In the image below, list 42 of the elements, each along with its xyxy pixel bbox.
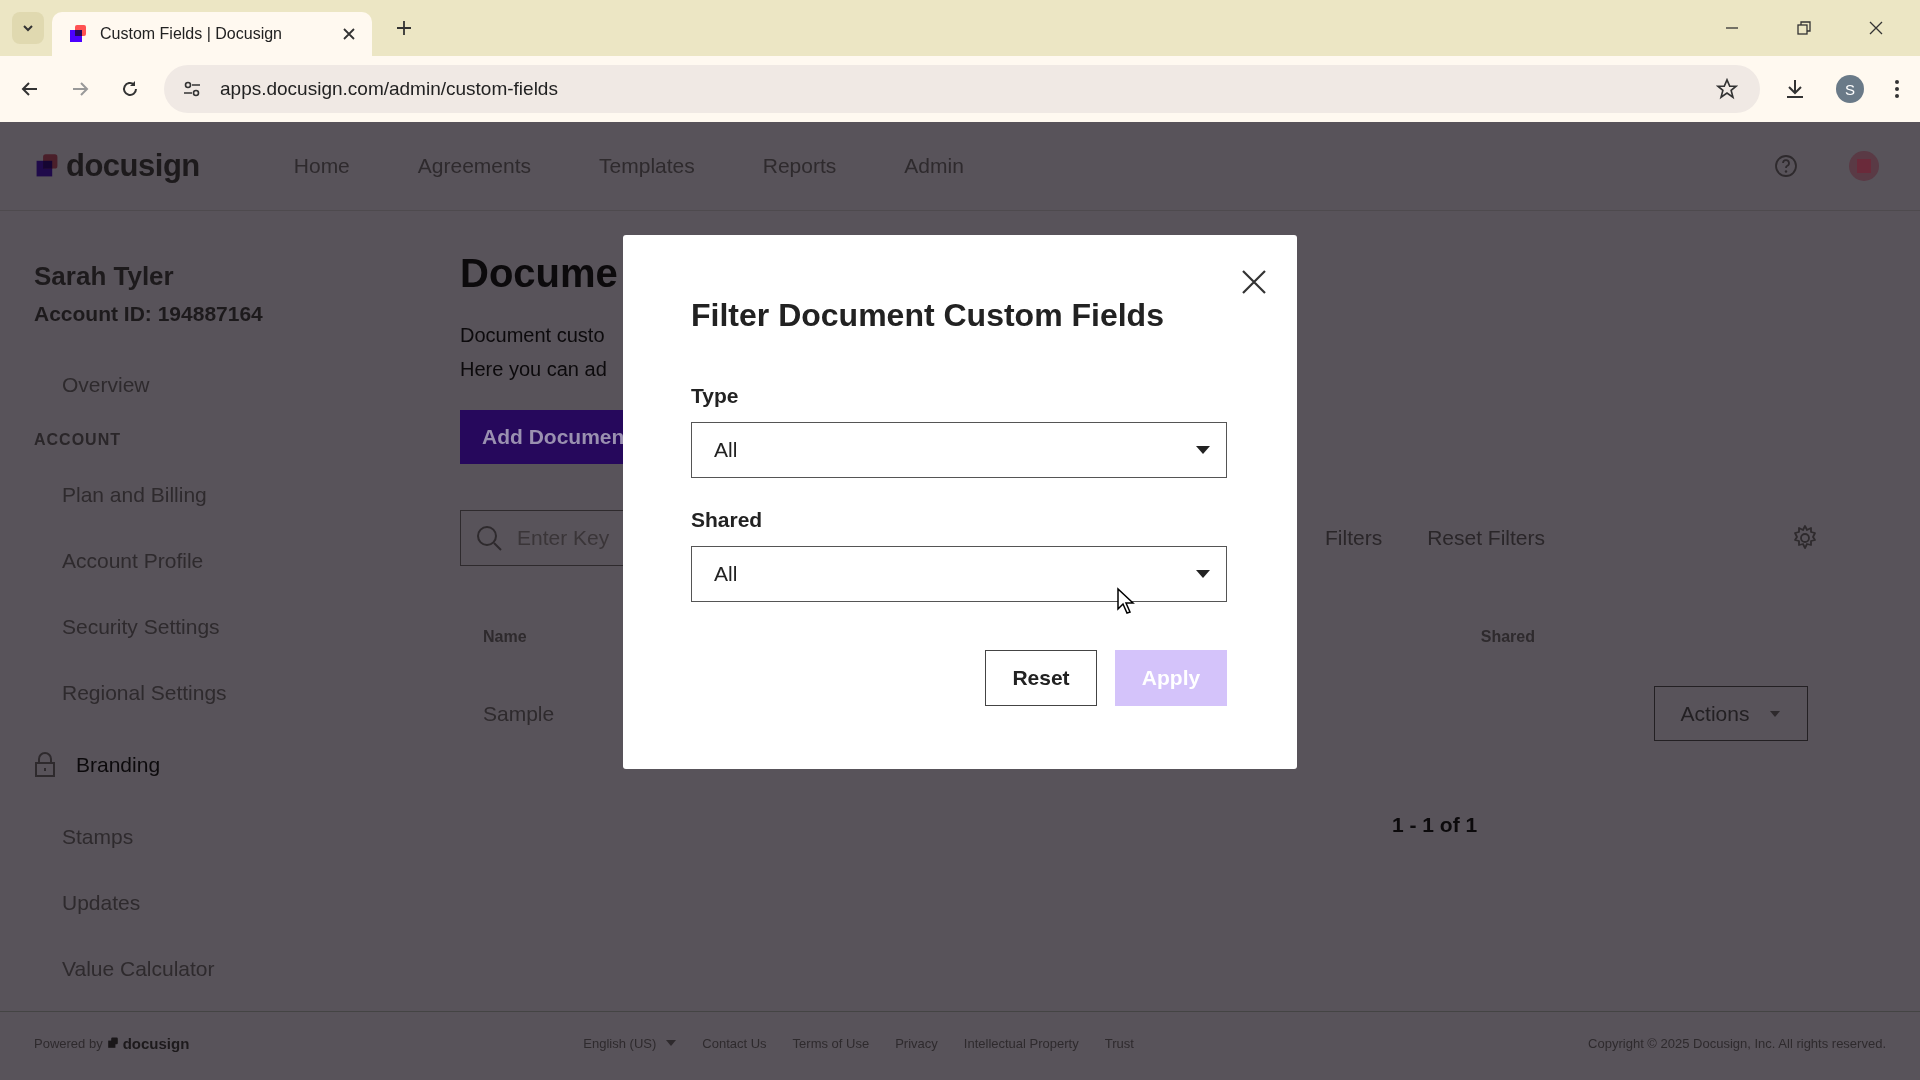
menu-icon[interactable] bbox=[1894, 79, 1900, 99]
description-text: Document custo bbox=[460, 323, 606, 348]
dialog-title: Filter Document Custom Fields bbox=[691, 297, 1164, 334]
account-id: Account ID: 194887164 bbox=[34, 302, 264, 326]
docusign-logo-icon bbox=[34, 153, 60, 179]
docusign-logo-icon bbox=[68, 24, 88, 44]
star-icon[interactable] bbox=[1716, 78, 1738, 100]
cursor-icon bbox=[1116, 587, 1136, 615]
close-icon[interactable] bbox=[1241, 269, 1267, 295]
profile-avatar[interactable]: S bbox=[1836, 75, 1864, 103]
site-settings-icon[interactable] bbox=[182, 79, 202, 99]
lock-icon bbox=[34, 752, 56, 778]
restore-icon[interactable] bbox=[1797, 21, 1811, 35]
close-icon[interactable] bbox=[342, 27, 356, 41]
user-name: Sarah Tyler bbox=[34, 261, 175, 292]
docusign-logo-icon bbox=[106, 1037, 119, 1049]
close-icon[interactable] bbox=[1869, 21, 1883, 35]
actions-dropdown[interactable]: Actions bbox=[1654, 686, 1808, 741]
select-field[interactable]: All bbox=[691, 546, 1227, 602]
description-text: Here you can ad bbox=[460, 357, 607, 382]
page-title: Docume bbox=[460, 251, 618, 296]
tab-title: Custom Fields | Docusign bbox=[100, 25, 283, 43]
caret-icon bbox=[1196, 446, 1210, 454]
field-label: Shared bbox=[691, 508, 764, 532]
caret-icon bbox=[666, 1040, 677, 1046]
search-icon bbox=[475, 524, 503, 552]
caret-icon bbox=[1769, 709, 1782, 718]
caret-icon bbox=[1196, 570, 1210, 578]
new-tab-icon[interactable] bbox=[396, 20, 412, 36]
select-field[interactable]: All bbox=[691, 422, 1227, 478]
reset-button[interactable]: Reset bbox=[985, 650, 1097, 706]
logo-text[interactable]: docusign bbox=[66, 148, 200, 184]
download-icon[interactable] bbox=[1784, 78, 1806, 100]
field-label: Type bbox=[691, 384, 740, 408]
browser-tab[interactable]: Custom Fields | Docusign bbox=[52, 12, 372, 56]
pagination-text: 1 - 1 of 1 bbox=[1392, 813, 1479, 837]
url-text: apps.docusign.com/admin/custom-fields bbox=[220, 78, 558, 100]
footer-logo-text: docusign bbox=[122, 1034, 190, 1052]
tab-search-button[interactable] bbox=[12, 12, 44, 44]
address-bar[interactable]: apps.docusign.com/admin/custom-fields bbox=[164, 65, 1760, 113]
sidebar-item[interactable]: Branding bbox=[76, 753, 161, 777]
reload-icon[interactable] bbox=[120, 79, 140, 99]
